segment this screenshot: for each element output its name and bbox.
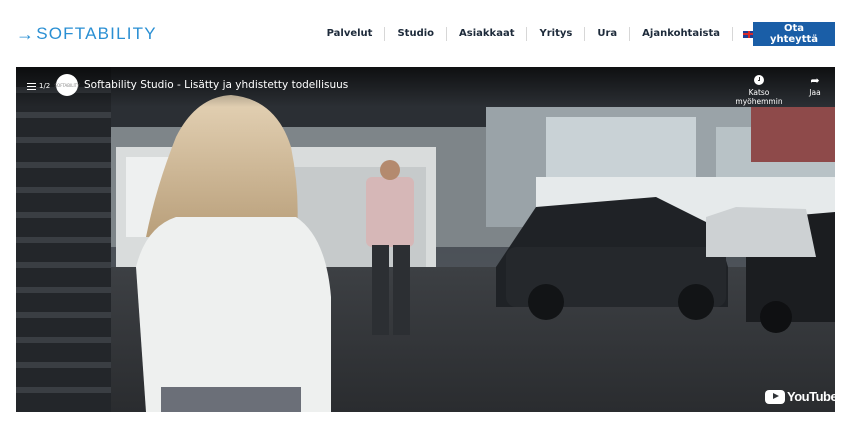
language-switcher[interactable] (733, 30, 755, 38)
watch-later-label: Katso myöhemmin (735, 88, 783, 106)
youtube-play-icon (765, 389, 785, 404)
logo-text: SOFTABILITY (36, 24, 157, 43)
share-label: Jaa (809, 88, 821, 97)
nav-item-studio[interactable]: Studio (385, 27, 448, 41)
contact-button[interactable]: Ota yhteyttä (753, 22, 835, 46)
youtube-logo[interactable]: YouTube (765, 389, 835, 404)
video-title[interactable]: Softability Studio - Lisätty ja yhdistet… (84, 79, 348, 91)
share-button[interactable]: ➦ Jaa (801, 74, 829, 98)
share-icon: ➦ (810, 74, 820, 87)
youtube-logo-text: YouTube (787, 389, 835, 404)
playlist-count: 1/2 (39, 82, 51, 91)
watch-later-button[interactable]: Katso myöhemmin (724, 75, 794, 106)
clock-icon (754, 75, 764, 85)
video-player[interactable]: 1/2 SOFTABILITY Softability Studio - Lis… (16, 67, 835, 412)
nav-item-asiakkaat[interactable]: Asiakkaat (447, 27, 528, 41)
playlist-icon (27, 81, 36, 92)
main-nav: Palvelut Studio Asiakkaat Yritys Ura Aja… (315, 25, 755, 43)
nav-item-palvelut[interactable]: Palvelut (315, 27, 386, 41)
logo[interactable]: → SOFTABILITY (16, 23, 157, 45)
video-frame-image (16, 67, 835, 412)
channel-avatar[interactable]: SOFTABILITY (55, 74, 80, 96)
nav-item-yritys[interactable]: Yritys (527, 27, 586, 41)
nav-item-ajankohtaista[interactable]: Ajankohtaista (630, 27, 733, 41)
playlist-button[interactable]: 1/2 (27, 81, 50, 92)
logo-arrow-icon: → (16, 23, 36, 44)
nav-item-ura[interactable]: Ura (585, 27, 631, 41)
site-header: → SOFTABILITY Palvelut Studio Asiakkaat … (0, 0, 850, 67)
